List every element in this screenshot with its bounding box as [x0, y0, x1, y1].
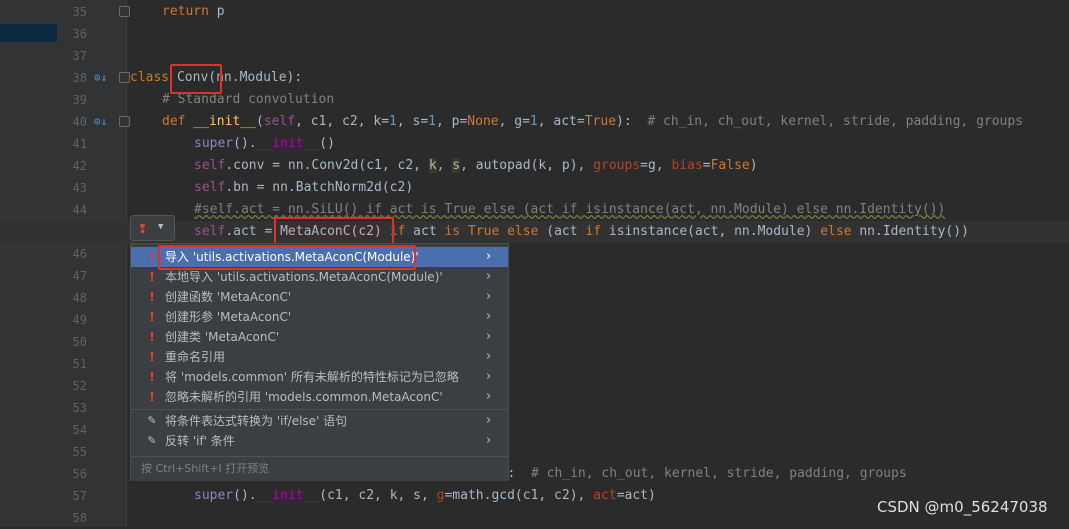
line-number: 48 — [72, 291, 87, 305]
menu-item-convert-if-else[interactable]: ✎ 将条件表达式转换为 'if/else' 语句 › — [131, 411, 508, 431]
line-number: 47 — [72, 269, 87, 283]
error-bulb-icon: ❢ — [138, 219, 148, 237]
menu-item-local-import[interactable]: ! 本地导入 'utils.activations.MetaAconC(Modul… — [131, 267, 508, 287]
line-number: 38 — [72, 71, 87, 85]
code-line-40: def __init__(self, c1, c2, k=1, s=1, p=N… — [162, 114, 1024, 129]
line-number: 35 — [72, 5, 87, 19]
line-number: 49 — [72, 313, 87, 327]
selected-project-row[interactable] — [0, 24, 57, 42]
line-number: 51 — [72, 357, 87, 371]
override-marker-icon[interactable]: ⊙↓ — [94, 71, 108, 85]
error-bulb-icon: ! — [149, 350, 155, 364]
line-number: 50 — [72, 335, 87, 349]
chevron-right-icon: › — [486, 329, 492, 344]
line-number: 41 — [72, 137, 87, 151]
line-number: 58 — [72, 511, 87, 525]
fold-marker-icon[interactable] — [119, 116, 130, 127]
menu-item-rename-reference[interactable]: ! 重命名引用 › — [131, 347, 508, 367]
error-bulb-icon: ! — [149, 270, 155, 284]
menu-item-invert-if[interactable]: ✎ 反转 'if' 条件 › — [131, 431, 508, 451]
error-bulb-icon: ! — [149, 250, 155, 264]
line-number: 36 — [72, 27, 87, 41]
override-marker-icon[interactable]: ⊙↓ — [94, 115, 108, 129]
chevron-down-icon: ▼ — [158, 222, 164, 232]
chevron-right-icon: › — [486, 269, 492, 284]
error-bulb-icon: ! — [149, 390, 155, 404]
menu-item-ignore-reference[interactable]: ! 忽略未解析的引用 'models.common.MetaAconC' › — [131, 387, 508, 407]
project-panel-strip — [0, 0, 57, 527]
intention-actions-button[interactable]: ❢ ▼ — [130, 215, 175, 241]
line-number: 37 — [72, 49, 87, 63]
code-line-41: super().__init__() — [194, 136, 335, 151]
intention-actions-popup: ! 导入 'utils.activations.MetaAconC(Module)… — [130, 243, 509, 481]
line-number: 53 — [72, 401, 87, 415]
intention-pencil-icon: ✎ — [147, 414, 157, 427]
line-number: 56 — [72, 467, 87, 481]
intention-pencil-icon: ✎ — [147, 434, 157, 447]
line-number: 46 — [72, 247, 87, 261]
chevron-right-icon: › — [486, 309, 492, 324]
error-bulb-icon: ! — [149, 330, 155, 344]
line-number: 43 — [72, 181, 87, 195]
chevron-right-icon: › — [486, 433, 492, 448]
chevron-right-icon: › — [486, 369, 492, 384]
menu-item-create-parameter[interactable]: ! 创建形参 'MetaAconC' › — [131, 307, 508, 327]
code-line-56: ue): # ch_in, ch_out, kernel, stride, pa… — [484, 466, 907, 481]
annotation-box-conv — [170, 64, 222, 94]
line-number: 54 — [72, 423, 87, 437]
line-number: 52 — [72, 379, 87, 393]
chevron-right-icon: › — [486, 349, 492, 364]
code-line-43: self.bn = nn.BatchNorm2d(c2) — [194, 180, 414, 195]
line-number: 40 — [72, 115, 87, 129]
fold-marker-icon[interactable] — [119, 6, 130, 17]
chevron-right-icon: › — [486, 249, 492, 264]
error-bulb-icon: ! — [149, 370, 155, 384]
chevron-right-icon: › — [486, 413, 492, 428]
chevron-right-icon: › — [486, 289, 492, 304]
line-number: 39 — [72, 93, 87, 107]
error-bulb-icon: ! — [149, 310, 155, 324]
watermark: CSDN @m0_56247038 — [877, 498, 1048, 516]
fold-marker-icon[interactable] — [119, 72, 130, 83]
popup-footer-hint: 按 Ctrl+Shift+I 打开预览 — [131, 456, 508, 481]
menu-item-create-class[interactable]: ! 创建类 'MetaAconC' › — [131, 327, 508, 347]
menu-item-mark-ignored[interactable]: ! 将 'models.common' 所有未解析的特性标记为已忽略 › — [131, 367, 508, 387]
code-line-42: self.conv = nn.Conv2d(c1, c2, k, s, auto… — [194, 158, 758, 173]
error-bulb-icon: ! — [149, 290, 155, 304]
menu-item-create-function[interactable]: ! 创建函数 'MetaAconC' › — [131, 287, 508, 307]
line-number: 44 — [72, 203, 87, 217]
menu-separator — [131, 409, 508, 410]
line-number: 55 — [72, 445, 87, 459]
code-line-35: return p — [162, 4, 225, 19]
line-number: 57 — [72, 489, 87, 503]
line-number: 42 — [72, 159, 87, 173]
annotation-box-import-item — [158, 245, 416, 270]
code-line-57: super().__init__(c1, c2, k, s, g=math.gc… — [194, 488, 656, 503]
chevron-right-icon: › — [486, 389, 492, 404]
